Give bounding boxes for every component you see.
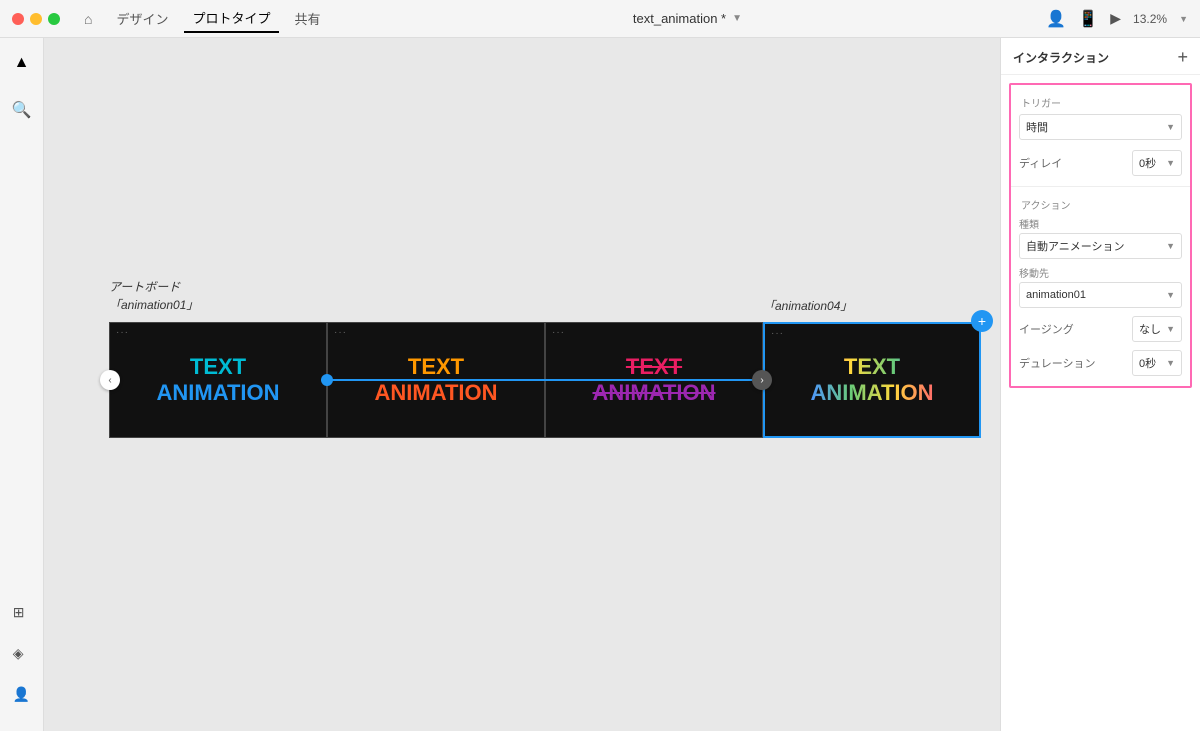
panel-header: インタラクション + <box>1001 38 1200 75</box>
frame4-dots: ··· <box>771 328 784 339</box>
title-dropdown-icon[interactable]: ▼ <box>732 13 742 24</box>
artboard-label-left-line2: 「animation01」 <box>109 296 327 314</box>
frame4-line1: TEXT <box>810 354 933 380</box>
easing-row: イージング なし ▼ <box>1011 310 1190 346</box>
frame1-line1: TEXT <box>156 354 279 380</box>
dest-select[interactable]: animation01 ▼ <box>1019 282 1182 308</box>
kind-label-row: 種類 自動アニメーション ▼ <box>1011 214 1190 261</box>
frame1-dots: ··· <box>116 327 129 338</box>
frame1-left-arrow[interactable]: ‹ <box>100 370 120 390</box>
assets-icon[interactable]: ◈ <box>9 641 34 666</box>
frames-row: ··· TEXT ANIMATION ‹ ··· TEXT ANIMATION <box>109 322 981 438</box>
frame1-line2: ANIMATION <box>156 380 279 406</box>
left-toolbar-bottom: ⊞ ◈ 👤 <box>9 600 34 719</box>
dest-chevron-icon: ▼ <box>1166 290 1175 300</box>
trigger-section-label: トリガー <box>1011 91 1190 112</box>
easing-chevron-icon: ▼ <box>1166 324 1175 334</box>
easing-value: なし <box>1139 321 1161 337</box>
panel-add-button[interactable]: + <box>1177 48 1188 66</box>
frame3-right-arrow[interactable]: › <box>752 370 772 390</box>
user-icon[interactable]: 👤 <box>1046 9 1066 29</box>
close-button[interactable] <box>12 13 24 25</box>
frame2-line2: ANIMATION <box>374 380 497 406</box>
trigger-value: 時間 <box>1026 119 1048 135</box>
zoom-dropdown-icon[interactable]: ▼ <box>1179 14 1188 24</box>
artboard-label-right: 「animation04」 <box>763 297 981 314</box>
trigger-chevron-icon: ▼ <box>1166 122 1175 132</box>
delay-value: 0秒 <box>1139 155 1156 171</box>
nav-prototype[interactable]: プロトタイプ <box>184 4 278 33</box>
frame-1[interactable]: ··· TEXT ANIMATION ‹ <box>109 322 327 438</box>
artboard-label-left: アートボード 「animation01」 <box>109 278 327 314</box>
layers-icon[interactable]: ⊞ <box>9 600 34 625</box>
frame-3[interactable]: ··· TEXT ANIMATION › <box>545 322 763 438</box>
section-divider <box>1011 186 1190 187</box>
easing-label: イージング <box>1019 321 1074 337</box>
kind-label: 種類 <box>1019 216 1182 233</box>
file-title-area: text_animation * ▼ <box>337 11 1039 26</box>
left-toolbar: ▲ 🔍 ⊞ ◈ 👤 <box>0 38 44 731</box>
frame3-line1: TEXT <box>592 354 715 380</box>
play-icon[interactable]: ▶ <box>1110 10 1121 27</box>
dest-value: animation01 <box>1026 289 1086 301</box>
zoom-level: 13.2% <box>1133 12 1167 26</box>
canvas: アートボード 「animation01」 「animation04」 ··· T… <box>44 38 1000 731</box>
frame2-text: TEXT ANIMATION <box>374 354 497 407</box>
frame2-dots: ··· <box>334 327 347 338</box>
frame3-dots: ··· <box>552 327 565 338</box>
frame-2[interactable]: ··· TEXT ANIMATION <box>327 322 545 438</box>
duration-select[interactable]: 0秒 ▼ <box>1132 350 1182 376</box>
frame4-text: TEXT ANIMATION <box>810 354 933 407</box>
frame-4[interactable]: ··· TEXT ANIMATION + <box>763 322 981 438</box>
duration-row: デュレーション 0秒 ▼ <box>1011 346 1190 380</box>
duration-value: 0秒 <box>1139 355 1156 371</box>
duration-chevron-icon: ▼ <box>1166 358 1175 368</box>
frame4-line2: ANIMATION <box>810 380 933 406</box>
home-icon[interactable]: ⌂ <box>84 11 92 27</box>
search-tool-icon[interactable]: 🔍 <box>8 96 36 124</box>
easing-select[interactable]: なし ▼ <box>1132 316 1182 342</box>
artboard-label-left-line1: アートボード <box>109 278 327 296</box>
dest-container: 移動先 animation01 ▼ <box>1011 261 1190 310</box>
file-title: text_animation * <box>633 11 726 26</box>
add-frame-button[interactable]: + <box>971 310 993 332</box>
frames-area: アートボード 「animation01」 「animation04」 ··· T… <box>109 278 981 438</box>
main-layout: ▲ 🔍 ⊞ ◈ 👤 アートボード 「animation01」 「animatio… <box>0 38 1200 731</box>
frame1-text: TEXT ANIMATION <box>156 354 279 407</box>
right-controls: 👤 📱 ▶ 13.2% ▼ <box>1046 9 1188 29</box>
select-tool-icon[interactable]: ▲ <box>10 50 34 76</box>
artboard-labels-row: アートボード 「animation01」 「animation04」 <box>109 278 981 314</box>
delay-label: ディレイ <box>1019 155 1069 171</box>
traffic-lights <box>12 13 60 25</box>
right-panel: インタラクション + トリガー 時間 ▼ ディレイ 0秒 ▼ <box>1000 38 1200 731</box>
dest-label: 移動先 <box>1019 265 1182 282</box>
interaction-section: トリガー 時間 ▼ ディレイ 0秒 ▼ アクション <box>1009 83 1192 388</box>
action-section-label: アクション <box>1011 193 1190 214</box>
maximize-button[interactable] <box>48 13 60 25</box>
trigger-select[interactable]: 時間 ▼ <box>1019 114 1182 140</box>
kind-chevron-icon: ▼ <box>1166 241 1175 251</box>
nav-share[interactable]: 共有 <box>287 5 329 32</box>
titlebar: ⌂ デザイン プロトタイプ 共有 text_animation * ▼ 👤 📱 … <box>0 0 1200 38</box>
device-icon[interactable]: 📱 <box>1078 9 1098 29</box>
delay-row: ディレイ 0秒 ▼ <box>1011 146 1190 180</box>
kind-value: 自動アニメーション <box>1026 238 1125 254</box>
frame3-line2: ANIMATION <box>592 380 715 406</box>
delay-select[interactable]: 0秒 ▼ <box>1132 150 1182 176</box>
minimize-button[interactable] <box>30 13 42 25</box>
trigger-field-container: 時間 ▼ <box>1011 112 1190 146</box>
plugins-icon[interactable]: 👤 <box>9 682 34 707</box>
panel-title: インタラクション <box>1013 49 1109 66</box>
delay-chevron-icon: ▼ <box>1166 158 1175 168</box>
frame2-line1: TEXT <box>374 354 497 380</box>
duration-label: デュレーション <box>1019 355 1096 371</box>
frame3-text: TEXT ANIMATION <box>592 354 715 407</box>
nav-design[interactable]: デザイン <box>108 5 176 32</box>
kind-select[interactable]: 自動アニメーション ▼ <box>1019 233 1182 259</box>
